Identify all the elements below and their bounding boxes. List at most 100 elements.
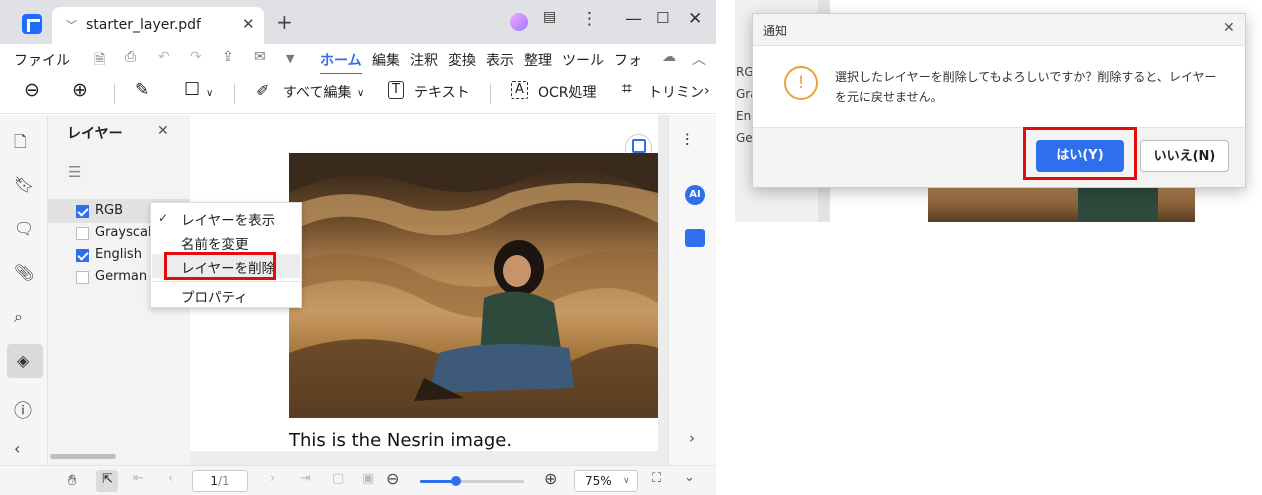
crop-button[interactable]: トリミン: [648, 82, 704, 102]
no-button[interactable]: いいえ(N): [1140, 140, 1229, 172]
close-window-icon[interactable]: ✕: [688, 9, 702, 29]
tab-title: starter_layer.pdf: [86, 17, 201, 33]
help-icon[interactable]: ⓘ: [14, 397, 32, 423]
search-icon[interactable]: ⌕: [14, 307, 23, 327]
chevron-right-icon[interactable]: ›: [704, 83, 710, 99]
menu-form[interactable]: フォ: [614, 50, 642, 70]
highlighter-icon[interactable]: ✎: [135, 80, 149, 100]
layer-name-german[interactable]: German: [95, 269, 147, 284]
zoom-in-icon[interactable]: ⊕: [72, 79, 88, 101]
layer-name-english[interactable]: English: [95, 247, 142, 262]
more-options-icon[interactable]: ⋮: [581, 9, 598, 29]
layer-checkbox-rgb[interactable]: [76, 205, 89, 218]
edit-all-button[interactable]: すべて編集: [283, 82, 351, 102]
fullscreen-icon[interactable]: ⛶: [652, 471, 661, 486]
current-page: 1: [210, 474, 218, 488]
layer-checkbox-german[interactable]: [76, 271, 89, 284]
zoom-slider-thumb[interactable]: [451, 476, 461, 486]
dialog-message-line1: 選択したレイヤーを削除してもよろしいですか？削除すると、レイヤー: [835, 70, 1217, 84]
avatar[interactable]: [510, 13, 528, 31]
menu-item-properties[interactable]: プロパティ: [181, 286, 248, 306]
new-tab-icon[interactable]: +: [276, 10, 293, 34]
bookmark-icon[interactable]: 🔖︎: [14, 175, 34, 194]
properties-icon[interactable]: ⫶: [685, 131, 689, 151]
menu-edit[interactable]: 編集: [372, 50, 400, 70]
menu-organize[interactable]: 整理: [524, 50, 552, 70]
close-dialog-icon[interactable]: ✕: [1223, 20, 1235, 36]
collapse-sidebar-icon[interactable]: ‹: [14, 439, 20, 458]
left-sidebar: 🗋 🔖︎ 🗨 📎︎ ⌕ ◈ ⓘ ‹: [0, 115, 48, 465]
menu-view[interactable]: 表示: [486, 50, 514, 70]
chevron-right-icon[interactable]: ›: [689, 429, 695, 447]
page-number-field[interactable]: 1/1: [192, 470, 248, 492]
first-page-icon[interactable]: ⇤: [133, 471, 144, 486]
single-page-icon[interactable]: ▢: [332, 471, 344, 486]
menu-file[interactable]: ファイル: [14, 50, 70, 70]
menu-convert[interactable]: 変換: [448, 50, 476, 70]
redo-icon[interactable]: ↷: [190, 49, 202, 65]
zoom-out-icon[interactable]: ⊖: [24, 79, 40, 101]
share-icon[interactable]: ⇪: [222, 49, 234, 65]
layers-tab-active[interactable]: ◈: [7, 344, 43, 378]
comment-icon[interactable]: 🗨: [14, 219, 34, 238]
cloud-upload-icon[interactable]: ☁: [662, 49, 676, 65]
save-icon[interactable]: 🗎: [94, 49, 105, 73]
menu-divider: [152, 281, 300, 282]
layer-checkbox-english[interactable]: [76, 249, 89, 262]
shape-icon[interactable]: ☐: [184, 79, 200, 100]
zoom-slider[interactable]: [420, 476, 524, 486]
warning-icon: !: [784, 66, 818, 100]
feedback-icon[interactable]: ▤: [543, 9, 556, 25]
confirm-dialog: 通知 ✕ ! 選択したレイヤーを削除してもよろしいですか？削除すると、レイヤー …: [752, 13, 1246, 188]
collapse-icon[interactable]: ︿: [692, 49, 706, 69]
mail-icon[interactable]: ✉: [254, 49, 266, 65]
minimize-icon[interactable]: —: [625, 9, 642, 29]
two-page-icon[interactable]: ▣: [362, 471, 374, 486]
chevron-down-icon[interactable]: ∨: [206, 88, 213, 99]
translate-icon[interactable]: [685, 229, 705, 247]
close-tab-icon[interactable]: ✕: [242, 15, 255, 33]
home-toolbar: ⊖ ⊕ ✎ ☐ ∨ ✐ すべて編集 ∨ T テキスト A OCR処理 ⌗ トリミ…: [0, 74, 716, 114]
background-layer-item: Ge: [736, 131, 753, 145]
menu-annotate[interactable]: 注釈: [410, 50, 438, 70]
dialog-message-line2: を元に戻せません。: [835, 90, 943, 104]
app-logo-icon: [22, 14, 42, 34]
fit-page-icon: [632, 139, 646, 153]
menu-item-show-layer[interactable]: レイヤーを表示: [181, 209, 275, 229]
zoom-level-select[interactable]: 75% ∨: [574, 470, 638, 492]
close-panel-icon[interactable]: ✕: [157, 123, 169, 139]
layer-checkbox-grayscale[interactable]: [76, 227, 89, 240]
menu-tools[interactable]: ツール: [562, 50, 604, 70]
ai-assistant-icon[interactable]: AI: [685, 185, 705, 205]
page-thumbnail-icon[interactable]: 🗋: [14, 131, 27, 158]
text-button[interactable]: テキスト: [414, 82, 470, 102]
more-view-icon[interactable]: ⌄: [684, 470, 695, 485]
attachment-icon[interactable]: 📎︎: [14, 263, 34, 282]
layer-name-rgb[interactable]: RGB: [95, 203, 123, 218]
check-icon: ✓: [158, 211, 169, 225]
zoom-in-icon[interactable]: ⊕: [544, 469, 557, 488]
hand-tool-icon[interactable]: ✋︎: [68, 471, 77, 489]
prev-page-icon[interactable]: ‹: [168, 471, 173, 486]
select-tool-button[interactable]: ⇱: [96, 470, 118, 492]
ocr-button[interactable]: OCR処理: [538, 82, 597, 102]
chevron-down-icon[interactable]: ﹀: [66, 17, 77, 33]
last-page-icon[interactable]: ⇥: [300, 471, 311, 486]
chevron-down-icon[interactable]: ∨: [357, 88, 364, 99]
dialog-titlebar: 通知 ✕: [753, 14, 1245, 46]
dropdown-icon[interactable]: ▼: [286, 52, 294, 65]
undo-icon[interactable]: ↶: [158, 49, 170, 65]
separator: [234, 84, 235, 104]
menu-home[interactable]: ホーム: [320, 50, 362, 75]
maximize-icon[interactable]: ☐: [656, 9, 669, 27]
layer-panel-title: レイヤー: [67, 126, 123, 142]
print-icon[interactable]: ⎙: [125, 49, 136, 65]
panel-scrollbar[interactable]: [50, 454, 116, 459]
zoom-out-icon[interactable]: ⊖: [386, 469, 399, 488]
document-tab[interactable]: ﹀ starter_layer.pdf ✕: [52, 7, 264, 44]
next-page-icon[interactable]: ›: [270, 471, 275, 486]
menu-item-rename[interactable]: 名前を変更: [181, 233, 249, 253]
desert-photo-image: [289, 153, 658, 418]
layer-options-icon[interactable]: ☰: [68, 163, 81, 181]
zoom-level-value: 75%: [585, 474, 612, 488]
